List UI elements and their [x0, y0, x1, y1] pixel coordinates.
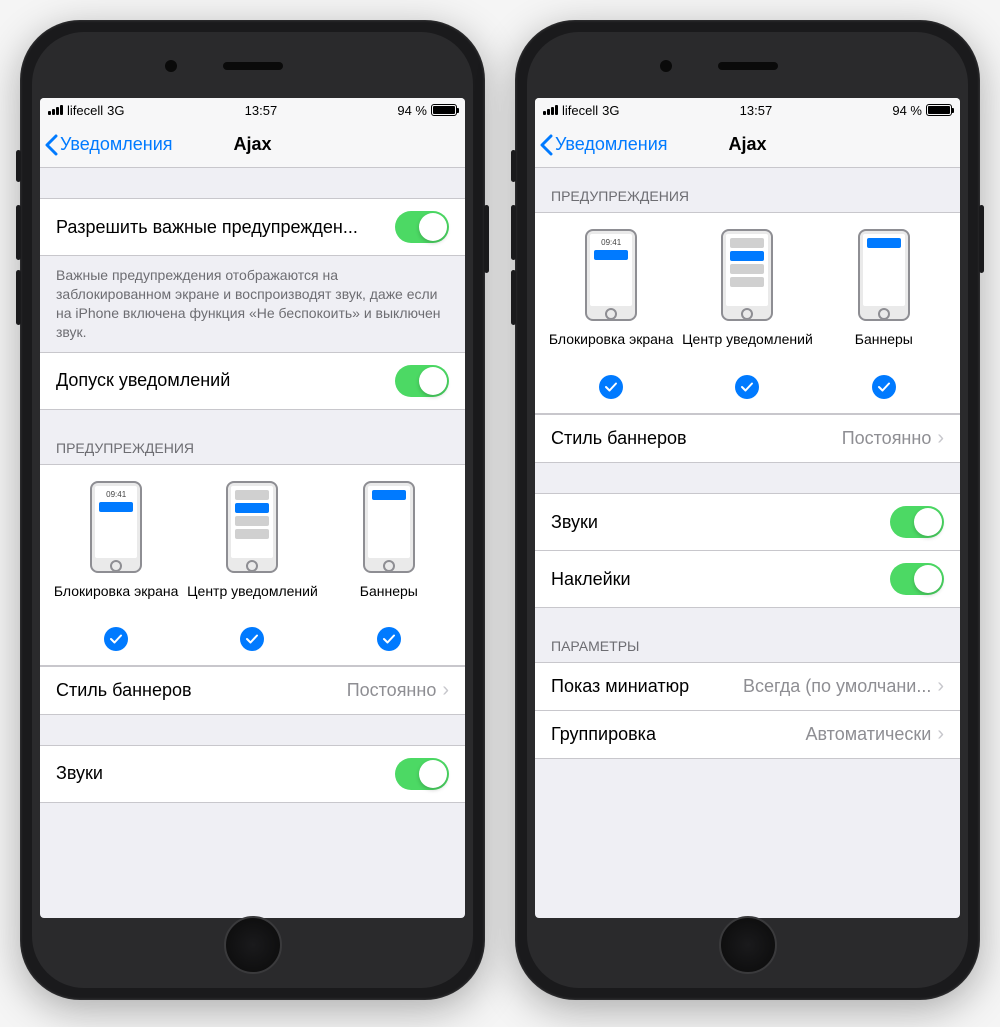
sounds-row[interactable]: Звуки: [535, 493, 960, 551]
check-icon: [240, 627, 264, 651]
badges-label: Наклейки: [551, 569, 890, 590]
grouping-value: Автоматически: [805, 724, 931, 745]
network-label: 3G: [602, 103, 619, 118]
sounds-row[interactable]: Звуки: [40, 745, 465, 803]
notification-center-icon: [226, 481, 278, 573]
battery-icon: [926, 104, 952, 116]
previews-row[interactable]: Показ миниатюр Всегда (по умолчани... ›: [535, 662, 960, 711]
battery-icon: [431, 104, 457, 116]
network-label: 3G: [107, 103, 124, 118]
critical-alerts-toggle[interactable]: [395, 211, 449, 243]
alert-banner-label: Баннеры: [855, 331, 913, 365]
sounds-toggle[interactable]: [890, 506, 944, 538]
alert-banners[interactable]: Баннеры: [816, 229, 952, 399]
carrier-label: lifecell: [67, 103, 103, 118]
banner-style-value: Постоянно: [842, 428, 932, 449]
signal-icon: [48, 105, 63, 115]
alerts-section-header: ПРЕДУПРЕЖДЕНИЯ: [535, 168, 960, 212]
sounds-label: Звуки: [56, 763, 395, 784]
back-button[interactable]: Уведомления: [535, 134, 668, 156]
home-button[interactable]: [719, 916, 777, 974]
back-label: Уведомления: [60, 134, 173, 155]
banners-icon: [363, 481, 415, 573]
banner-style-label: Стиль баннеров: [551, 428, 842, 449]
chevron-left-icon: [44, 134, 58, 156]
notification-center-icon: [721, 229, 773, 321]
grouping-row[interactable]: Группировка Автоматически ›: [535, 711, 960, 759]
signal-icon: [543, 105, 558, 115]
content-scroll[interactable]: ПРЕДУПРЕЖДЕНИЯ 09:41 Блокировка экрана Ц…: [535, 168, 960, 918]
clock-label: 13:57: [245, 103, 278, 118]
banner-style-label: Стиль баннеров: [56, 680, 347, 701]
content-scroll[interactable]: Разрешить важные предупрежден... Важные …: [40, 168, 465, 918]
alert-banner-label: Баннеры: [360, 583, 418, 617]
sounds-toggle[interactable]: [395, 758, 449, 790]
critical-alerts-label: Разрешить важные предупрежден...: [56, 217, 395, 238]
banner-style-row[interactable]: Стиль баннеров Постоянно ›: [40, 666, 465, 715]
alert-notification-center[interactable]: Центр уведомлений: [679, 229, 815, 399]
alert-lock-label: Блокировка экрана: [54, 583, 179, 617]
nav-bar: Уведомления Ajax: [40, 122, 465, 168]
battery-pct: 94 %: [397, 103, 427, 118]
check-icon: [599, 375, 623, 399]
chevron-left-icon: [539, 134, 553, 156]
alert-lock-label: Блокировка экрана: [549, 331, 674, 365]
carrier-label: lifecell: [562, 103, 598, 118]
chevron-right-icon: ›: [937, 723, 944, 746]
banner-style-value: Постоянно: [347, 680, 437, 701]
check-icon: [735, 375, 759, 399]
banner-style-row[interactable]: Стиль баннеров Постоянно ›: [535, 414, 960, 463]
check-icon: [377, 627, 401, 651]
options-section-header: ПАРАМЕТРЫ: [535, 608, 960, 662]
alert-banners[interactable]: Баннеры: [321, 481, 457, 651]
page-title: Ajax: [233, 134, 271, 155]
alert-center-label: Центр уведомлений: [682, 331, 813, 365]
nav-bar: Уведомления Ajax: [535, 122, 960, 168]
alert-lock-screen[interactable]: 09:41 Блокировка экрана: [48, 481, 184, 651]
critical-alerts-footer: Важные предупреждения отображаются на за…: [40, 256, 465, 352]
phone-frame-right: lifecell 3G 13:57 94 % Уведомления Ajax …: [515, 20, 980, 1000]
alert-notification-center[interactable]: Центр уведомлений: [184, 481, 320, 651]
allow-notifications-row[interactable]: Допуск уведомлений: [40, 352, 465, 410]
previews-label: Показ миниатюр: [551, 676, 743, 697]
alert-types-group: 09:41 Блокировка экрана Центр уведомлени…: [40, 464, 465, 666]
back-button[interactable]: Уведомления: [40, 134, 173, 156]
status-bar: lifecell 3G 13:57 94 %: [535, 98, 960, 122]
battery-pct: 94 %: [892, 103, 922, 118]
allow-notifications-label: Допуск уведомлений: [56, 370, 395, 391]
check-icon: [104, 627, 128, 651]
alerts-section-header: ПРЕДУПРЕЖДЕНИЯ: [40, 410, 465, 464]
home-button[interactable]: [224, 916, 282, 974]
alert-center-label: Центр уведомлений: [187, 583, 318, 617]
chevron-right-icon: ›: [442, 679, 449, 702]
chevron-right-icon: ›: [937, 675, 944, 698]
alert-types-group: 09:41 Блокировка экрана Центр уведомлени…: [535, 212, 960, 414]
critical-alerts-row[interactable]: Разрешить важные предупрежден...: [40, 198, 465, 256]
previews-value: Всегда (по умолчани...: [743, 676, 931, 697]
allow-notifications-toggle[interactable]: [395, 365, 449, 397]
lock-screen-icon: 09:41: [90, 481, 142, 573]
grouping-label: Группировка: [551, 724, 805, 745]
alert-lock-screen[interactable]: 09:41 Блокировка экрана: [543, 229, 679, 399]
back-label: Уведомления: [555, 134, 668, 155]
badges-toggle[interactable]: [890, 563, 944, 595]
badges-row[interactable]: Наклейки: [535, 551, 960, 608]
chevron-right-icon: ›: [937, 427, 944, 450]
phone-frame-left: lifecell 3G 13:57 94 % Уведомления Ajax: [20, 20, 485, 1000]
sounds-label: Звуки: [551, 512, 890, 533]
page-title: Ajax: [728, 134, 766, 155]
banners-icon: [858, 229, 910, 321]
lock-screen-icon: 09:41: [585, 229, 637, 321]
clock-label: 13:57: [740, 103, 773, 118]
status-bar: lifecell 3G 13:57 94 %: [40, 98, 465, 122]
check-icon: [872, 375, 896, 399]
